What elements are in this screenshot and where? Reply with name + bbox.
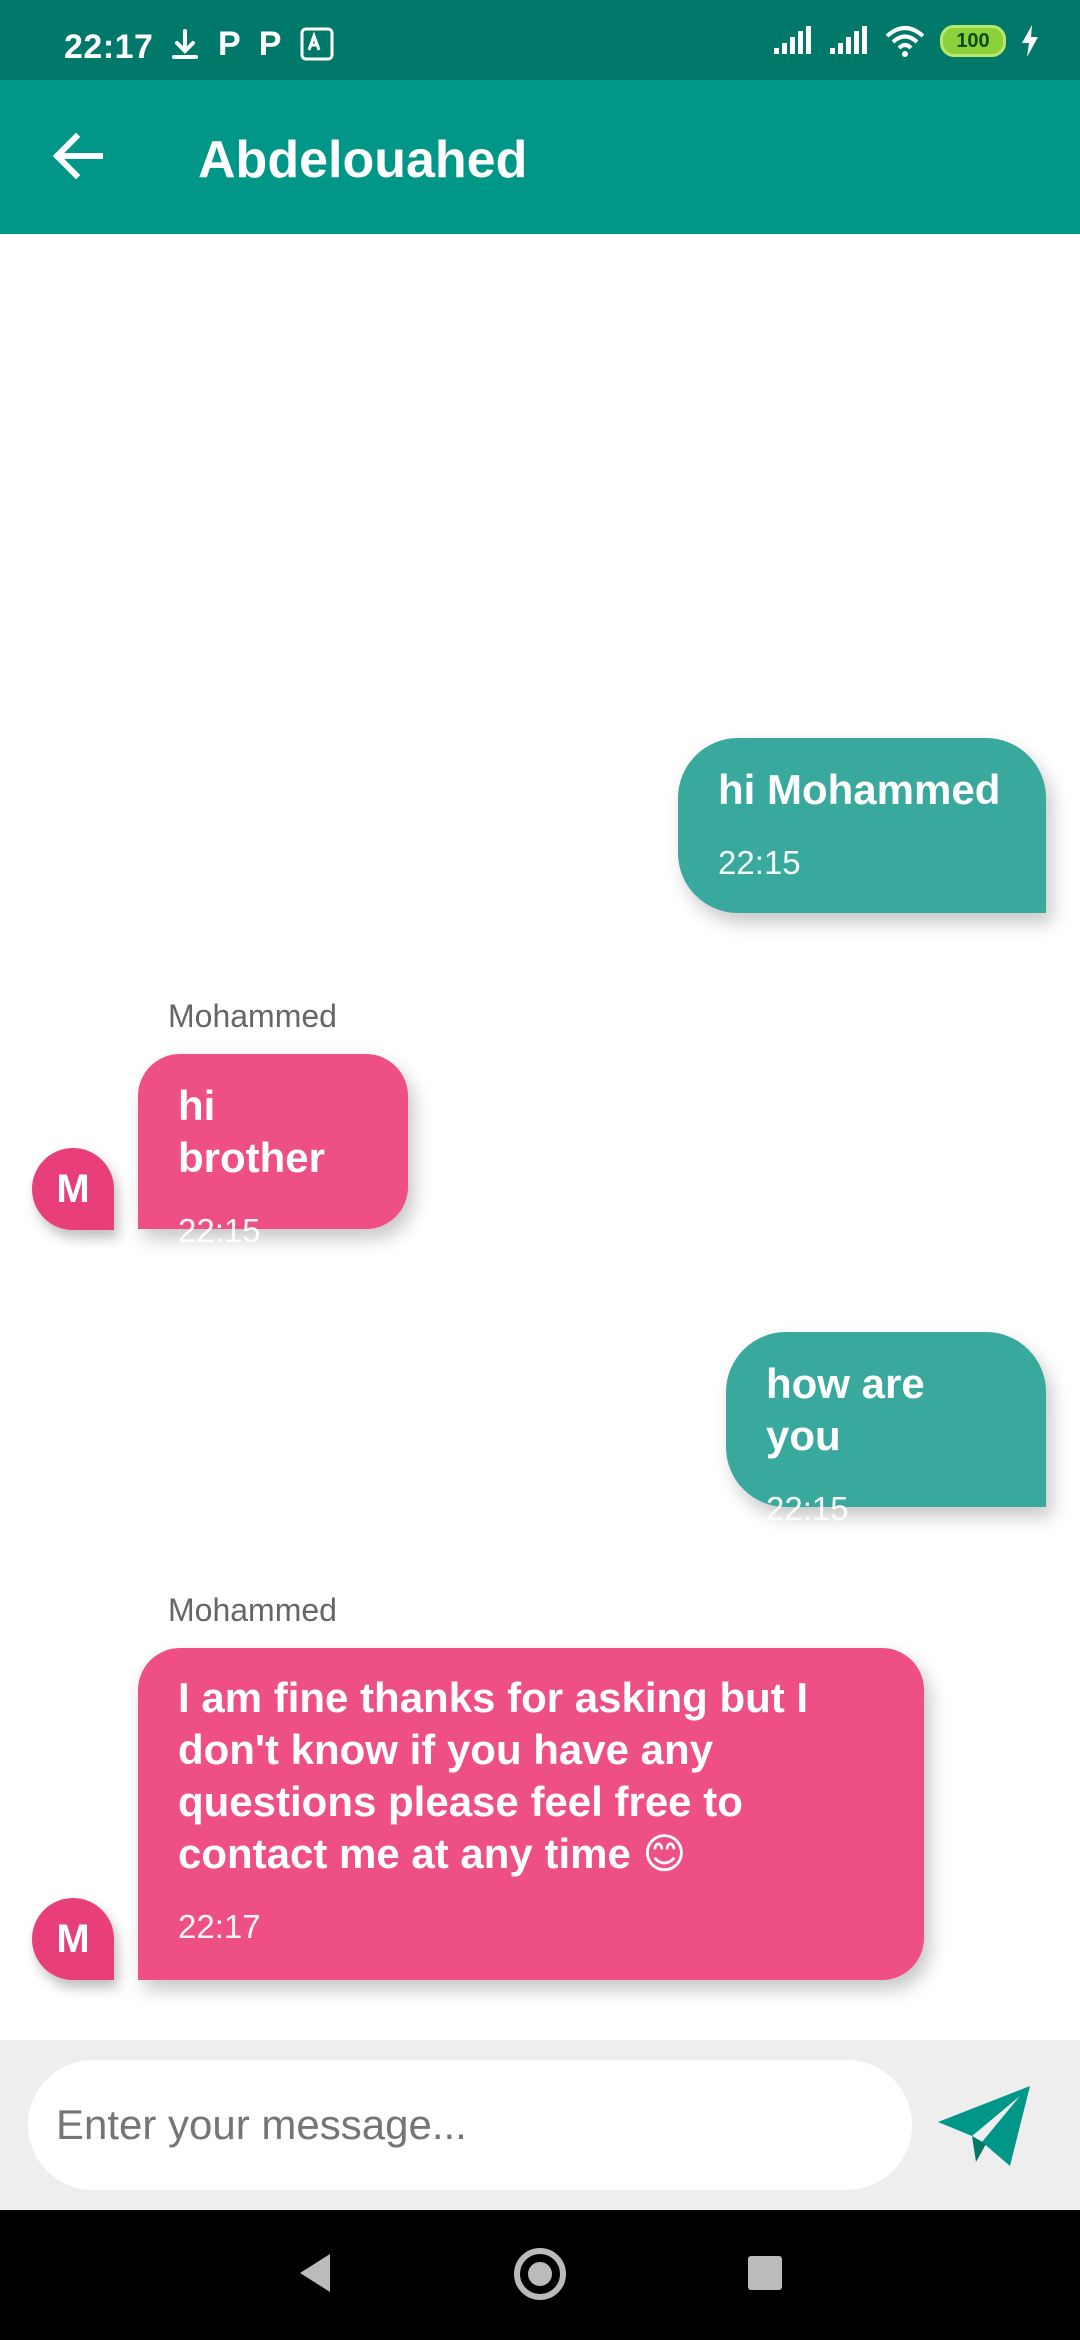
message-input[interactable] xyxy=(28,2060,912,2190)
status-right-icons: 100 xyxy=(772,24,1040,58)
message-time: 22:15 xyxy=(766,1490,849,1527)
back-triangle-icon[interactable] xyxy=(296,2252,332,2294)
sender-name: Mohammed xyxy=(168,1592,337,1628)
message-time: 22:15 xyxy=(718,844,801,881)
download-icon xyxy=(172,29,198,59)
conversation-title: Abdelouahed xyxy=(198,131,528,189)
sender-name: Mohammed xyxy=(168,998,337,1034)
status-bar: 22:17 P P 100 xyxy=(0,0,1080,80)
message-bubble-incoming[interactable]: hi brother 22:15 xyxy=(138,1054,408,1249)
message-bubble-outgoing[interactable]: how are you 22:15 xyxy=(726,1332,1046,1527)
p-icon: P xyxy=(258,25,282,63)
recents-square-icon[interactable] xyxy=(748,2256,782,2290)
message-text: I am fine thanks for asking but I don't … xyxy=(178,1674,809,1877)
message-input-bar xyxy=(0,2040,1080,2210)
home-circle-icon[interactable] xyxy=(514,2248,566,2300)
message-text: how are you xyxy=(766,1360,925,1459)
message-list[interactable]: hi Mohammed 22:15 Mohammed hi brother 22… xyxy=(0,234,1080,2040)
status-left-icons: P P xyxy=(170,26,335,62)
status-time: 22:17 xyxy=(64,28,154,66)
avatar[interactable]: M xyxy=(32,1898,114,1980)
message-bubble-incoming[interactable]: I am fine thanks for asking but I don't … xyxy=(138,1648,924,1980)
arrow-left-icon[interactable] xyxy=(46,125,108,187)
charging-icon xyxy=(1022,25,1038,57)
translate-icon xyxy=(300,27,334,61)
system-nav-bar xyxy=(0,2210,1080,2340)
p-icon: P xyxy=(218,25,241,63)
battery-icon: 100 xyxy=(940,25,1006,57)
wifi-icon xyxy=(885,26,925,57)
send-icon[interactable] xyxy=(936,2084,1032,2168)
avatar[interactable]: M xyxy=(32,1148,114,1230)
app-bar: Abdelouahed xyxy=(0,80,1080,234)
message-text: hi brother xyxy=(178,1082,325,1181)
message-time: 22:15 xyxy=(178,1212,261,1249)
message-bubble-outgoing[interactable]: hi Mohammed 22:15 xyxy=(678,738,1046,913)
signal-icon xyxy=(774,26,811,54)
message-text: hi Mohammed xyxy=(718,766,1001,813)
message-time: 22:17 xyxy=(178,1908,261,1945)
signal-icon xyxy=(830,26,867,54)
